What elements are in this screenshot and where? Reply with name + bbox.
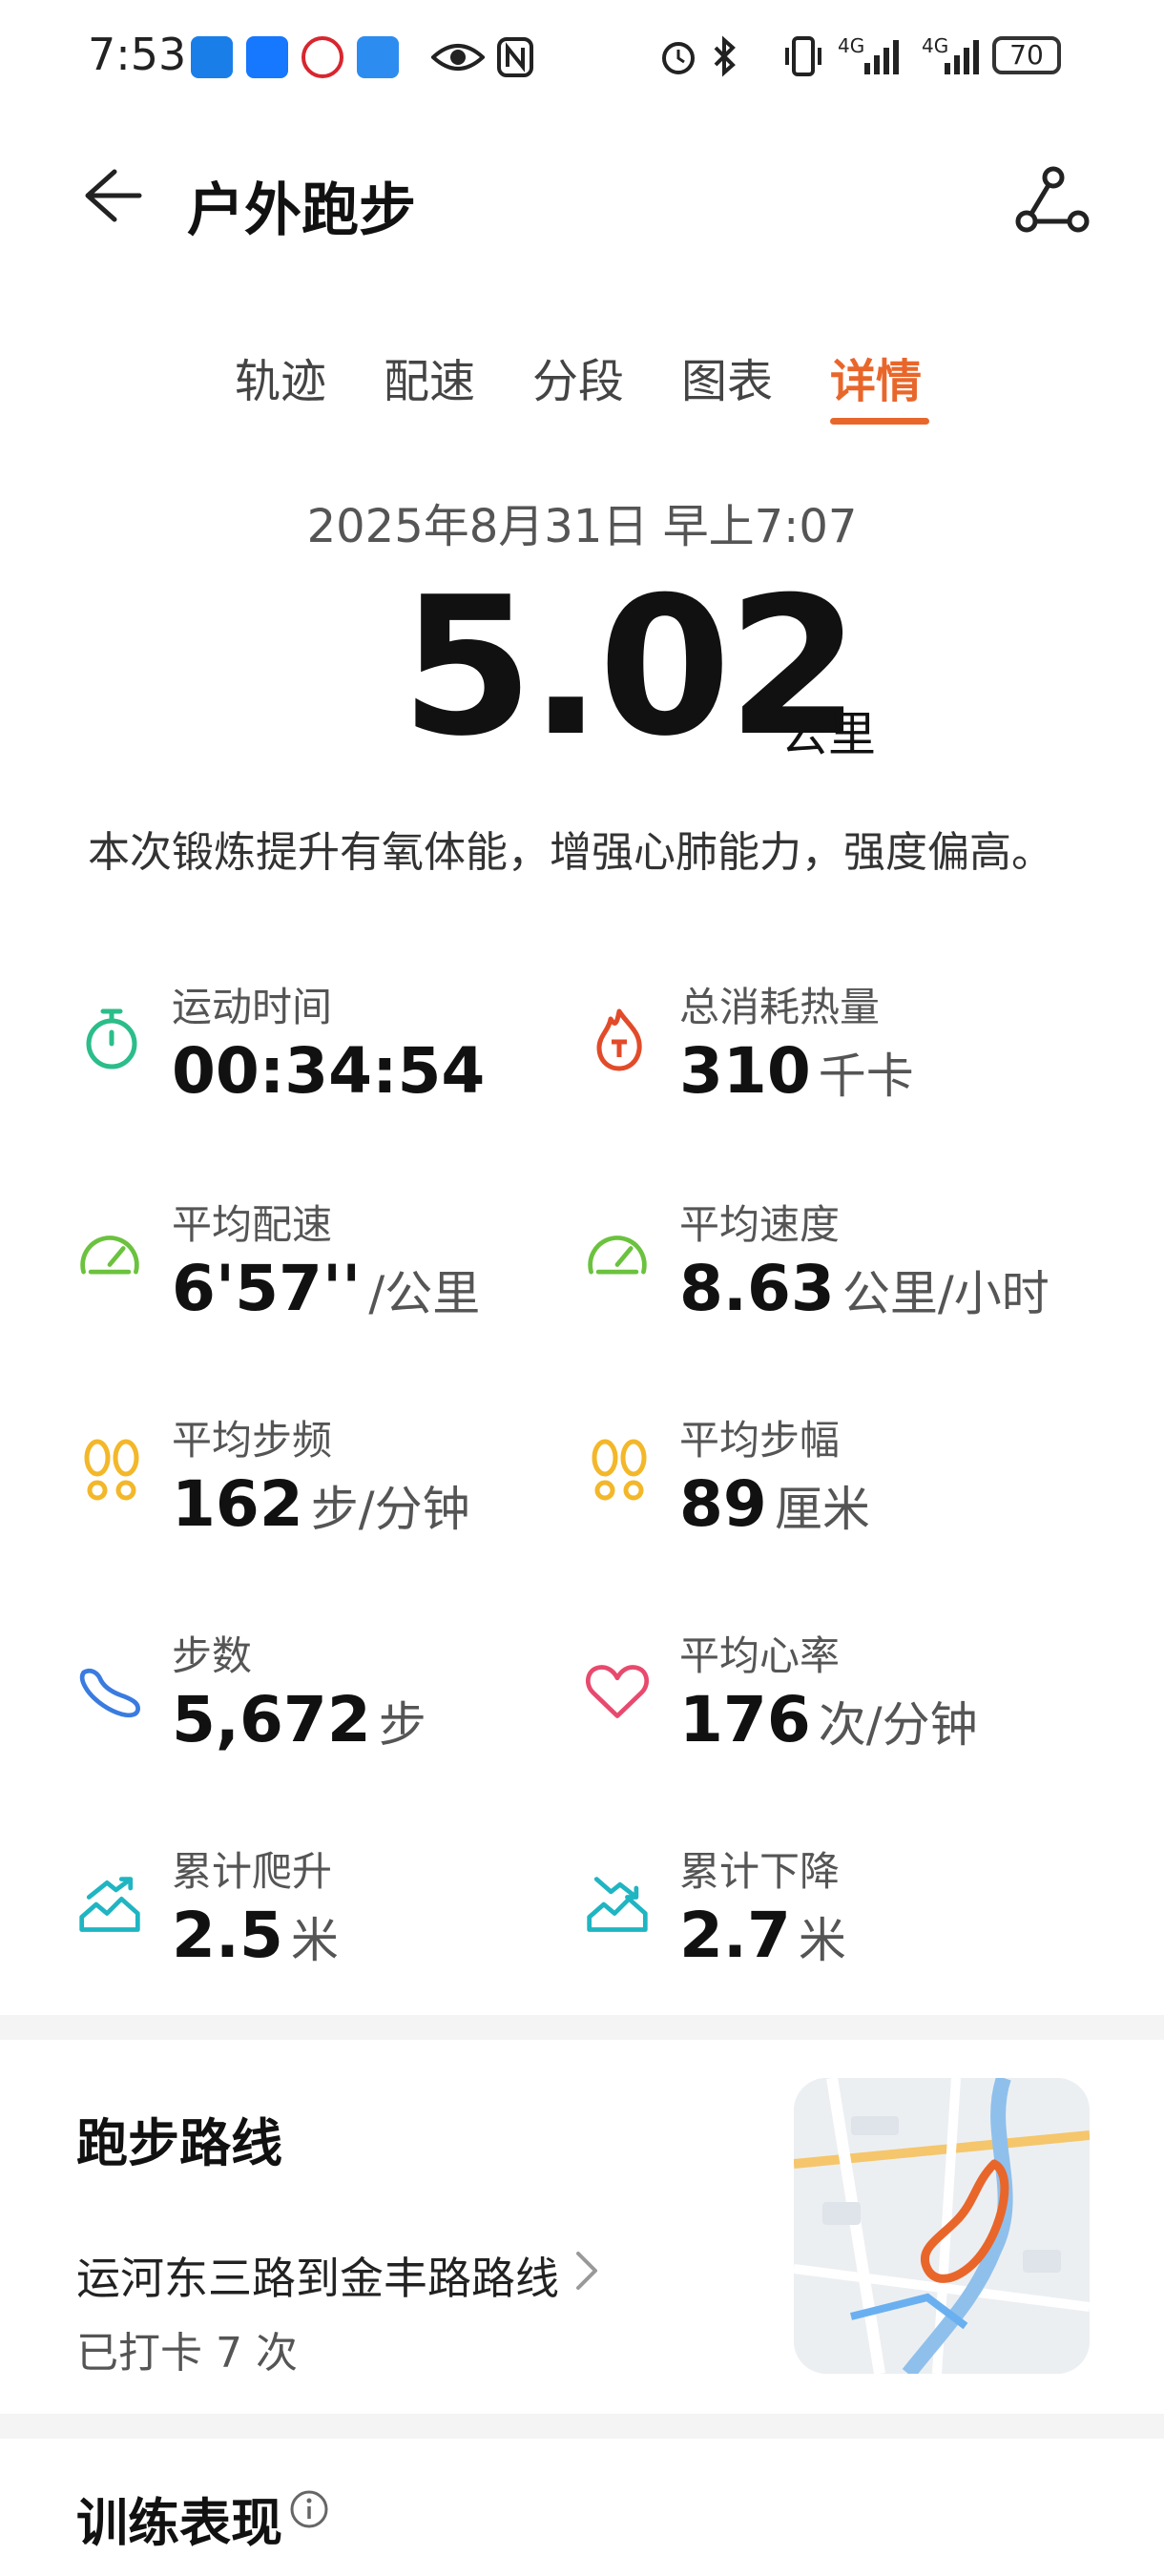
metric-number-steps: 5,672 (172, 1683, 371, 1756)
app-icon-blue (191, 36, 233, 78)
map-graphic (794, 2078, 1090, 2374)
weather-icon (357, 36, 399, 78)
metro-icon (301, 36, 343, 78)
signal-2-icon (945, 40, 979, 74)
metric-unit-stride: 厘米 (774, 1482, 870, 1537)
chevron-right-icon[interactable] (572, 2250, 601, 2292)
tab-charts[interactable]: 图表 (681, 343, 773, 410)
metric-number-descent: 2.7 (679, 1899, 791, 1972)
metric-label-calories: 总消耗热量 (679, 984, 881, 1030)
metric-value-avg-speed: 8.63 公里/小时 (679, 1252, 1050, 1325)
metric-number-heart-rate: 176 (679, 1683, 811, 1756)
metric-unit-descent: 米 (798, 1913, 846, 1968)
route-map-thumbnail[interactable] (794, 2078, 1090, 2374)
bluetooth-icon (714, 35, 736, 77)
metric-number-duration: 00:34:54 (172, 1034, 486, 1108)
shoe-icon (79, 1668, 140, 1718)
status-time: 7:53 (88, 29, 187, 80)
heart-icon (585, 1665, 650, 1718)
training-section-title: 训练表现 (76, 2493, 282, 2553)
metric-number-avg-speed: 8.63 (679, 1252, 835, 1325)
metric-number-stride: 89 (679, 1467, 767, 1541)
speedometer-icon (588, 1236, 647, 1275)
metric-unit-avg-pace: /公里 (368, 1266, 481, 1321)
metric-label-cadence: 平均步频 (172, 1417, 333, 1464)
metric-label-descent: 累计下降 (679, 1848, 841, 1895)
metric-value-avg-pace: 6'57''/公里 (172, 1252, 480, 1325)
metric-unit-heart-rate: 次/分钟 (818, 1697, 978, 1753)
distance-unit: 公里 (780, 707, 876, 762)
battery-indicator: 70 (992, 36, 1061, 74)
metric-value-stride: 89 厘米 (679, 1467, 870, 1541)
climb-icon (79, 1877, 140, 1932)
flame-icon (596, 1008, 642, 1071)
metric-number-avg-pace: 6'57'' (172, 1252, 362, 1325)
metric-unit-calories: 千卡 (818, 1049, 914, 1104)
footprints-icon (84, 1439, 139, 1501)
workout-date: 2025年8月31日 早上7:07 (306, 500, 858, 553)
metric-value-steps: 5,672 步 (172, 1683, 426, 1756)
metric-value-calories: 310 千卡 (679, 1034, 914, 1108)
route-checkin-count: 已打卡 7 次 (76, 2329, 298, 2378)
footprints-icon (592, 1439, 647, 1501)
section-divider (0, 2015, 1164, 2040)
vibrate-icon (785, 36, 821, 76)
route-section-title: 跑步路线 (76, 2113, 282, 2173)
metric-value-descent: 2.7 米 (679, 1899, 846, 1972)
alipay-icon (246, 36, 288, 78)
metric-number-calories: 310 (679, 1034, 811, 1108)
route-name-link[interactable]: 运河东三路到金丰路路线 (76, 2244, 559, 2307)
metric-label-duration: 运动时间 (172, 984, 333, 1030)
metric-number-cadence: 162 (172, 1467, 303, 1541)
page-title: 户外跑步 (187, 177, 416, 244)
tab-track[interactable]: 轨迹 (235, 343, 326, 410)
tab-details[interactable]: 详情 (830, 343, 922, 410)
metric-value-ascent: 2.5 米 (172, 1899, 339, 1972)
metric-unit-steps: 步 (378, 1697, 426, 1753)
stopwatch-icon (86, 1008, 137, 1070)
speedometer-icon (80, 1236, 139, 1275)
descent-icon (587, 1877, 648, 1932)
metric-unit-cadence: 步/分钟 (310, 1482, 470, 1537)
active-tab-indicator (830, 418, 929, 425)
nfc-icon (497, 37, 533, 77)
metric-unit-avg-speed: 公里/小时 (842, 1266, 1050, 1321)
tab-segments[interactable]: 分段 (532, 343, 624, 410)
section-divider (0, 2414, 1164, 2439)
metric-value-duration: 00:34:54 (172, 1034, 485, 1108)
metric-value-cadence: 162 步/分钟 (172, 1467, 470, 1541)
alarm-icon (662, 42, 695, 74)
signal-1-label: 4G (838, 34, 865, 57)
back-arrow-icon[interactable] (76, 162, 143, 229)
route-share-icon[interactable] (1013, 162, 1090, 239)
metric-label-stride: 平均步幅 (679, 1417, 841, 1464)
metric-label-avg-pace: 平均配速 (172, 1201, 333, 1248)
signal-1-icon (864, 40, 899, 74)
metric-label-avg-speed: 平均速度 (679, 1201, 841, 1248)
metric-label-ascent: 累计爬升 (172, 1848, 333, 1895)
workout-summary: 本次锻炼提升有氧体能，增强心肺能力，强度偏高。 (88, 828, 1053, 877)
metric-unit-ascent: 米 (290, 1913, 339, 1968)
metric-number-ascent: 2.5 (172, 1899, 283, 1972)
metric-value-heart-rate: 176 次/分钟 (679, 1683, 978, 1756)
eye-icon (431, 44, 485, 71)
metric-label-heart-rate: 平均心率 (679, 1632, 841, 1679)
metric-label-steps: 步数 (172, 1632, 253, 1679)
tab-pace[interactable]: 配速 (384, 343, 475, 410)
info-icon[interactable] (288, 2488, 330, 2530)
